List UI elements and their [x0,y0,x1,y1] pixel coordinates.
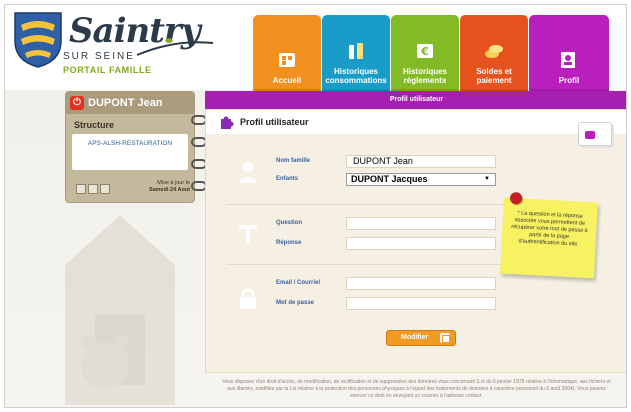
brand-portal: PORTAIL FAMILLE [63,65,152,75]
user-icon[interactable] [88,184,98,194]
enfants-select-value: DUPONT Jacques [351,174,428,184]
user-card-actions [76,184,110,194]
tab-reglements-label: Historiques règlements [402,67,447,85]
divider [226,264,516,265]
panel-title-row: Profil utilisateur [206,110,626,134]
tab-historiques-reglements[interactable]: € Historiques règlements [391,15,459,91]
tab-profil-label: Profil [558,76,580,85]
page-title-bar: Profil utilisateur [205,91,626,109]
profile-icon [561,52,575,68]
tab-conso-label: Historiques consommations [325,67,387,85]
email-field[interactable] [346,277,496,290]
euro-icon: € [417,44,433,58]
modifier-button[interactable]: Modifier [386,330,456,346]
grid-icon [279,53,295,67]
tab-historiques-consommations[interactable]: Historiques consommations [322,15,390,91]
panel-title: Profil utilisateur [240,117,309,127]
tab-accueil[interactable]: Accueil [253,15,321,91]
lock-icon [240,288,256,309]
user-card: ⏻ DUPONT Jean Structure APS-ALSH-RESTAUR… [65,91,195,203]
reponse-label: Réponse [276,240,302,246]
update-label: Mise à jour le [157,180,190,186]
user-name: DUPONT Jean [88,97,163,109]
chevron-down-icon: ▼ [484,176,490,182]
help-note-text: * La question et la réponse associée vou… [511,210,588,248]
structure-value: APS-ALSH-RESTAURATION [72,134,188,170]
logout-power-icon[interactable]: ⏻ [70,96,84,110]
password-field[interactable] [346,297,496,310]
tab-soldes-label: Soldes et paiement [476,67,512,85]
structure-label: Structure [74,120,115,130]
id-card-icon [578,122,612,146]
help-note: * La question et la réponse associée vou… [500,191,598,279]
tab-accueil-label: Accueil [272,76,302,85]
update-date: Samedi 24 Aout [148,187,190,193]
puzzle-icon [221,116,234,129]
bear-decor-icon [65,215,175,405]
question-label: Question [276,220,303,226]
edit-icon [440,333,450,343]
brand-subtitle: SUR SEINE [63,51,135,62]
text-t-icon [239,225,257,243]
password-label: Mot de passe [276,300,315,306]
divider [226,204,516,205]
profile-panel: Profil utilisateur Nom famille DUPONT Je… [205,109,626,373]
modifier-button-label: Modifier [401,334,429,341]
help-icon[interactable] [76,184,86,194]
pin-icon [509,191,523,205]
reponse-field[interactable] [346,237,496,250]
enfants-label: Enfants [276,176,299,182]
nom-famille-field[interactable]: DUPONT Jean [346,155,496,168]
brand-swoosh-icon [136,38,214,56]
nom-famille-label: Nom famille [276,158,311,164]
update-info: Mise à jour le Samedi 24 Aout [128,180,190,194]
svg-text:€: € [420,45,429,58]
legal-footer: Vous disposez d'un droit d'accès, de mod… [222,379,611,399]
bottles-icon [349,43,363,59]
question-field[interactable] [346,217,496,230]
tab-soldes-paiement[interactable]: Soldes et paiement [460,15,528,91]
city-crest-icon [14,12,62,68]
grid-small-icon[interactable] [100,184,110,194]
coins-icon [485,45,503,58]
portal-frame: Saintry SUR SEINE PORTAIL FAMILLE Accuei… [4,4,627,408]
user-card-header: ⏻ DUPONT Jean [66,92,194,114]
tab-profil[interactable]: Profil [529,15,609,91]
person-icon [238,162,258,183]
enfants-select[interactable]: DUPONT Jacques ▼ [346,173,496,186]
email-label: Email / Courriel [276,280,321,286]
